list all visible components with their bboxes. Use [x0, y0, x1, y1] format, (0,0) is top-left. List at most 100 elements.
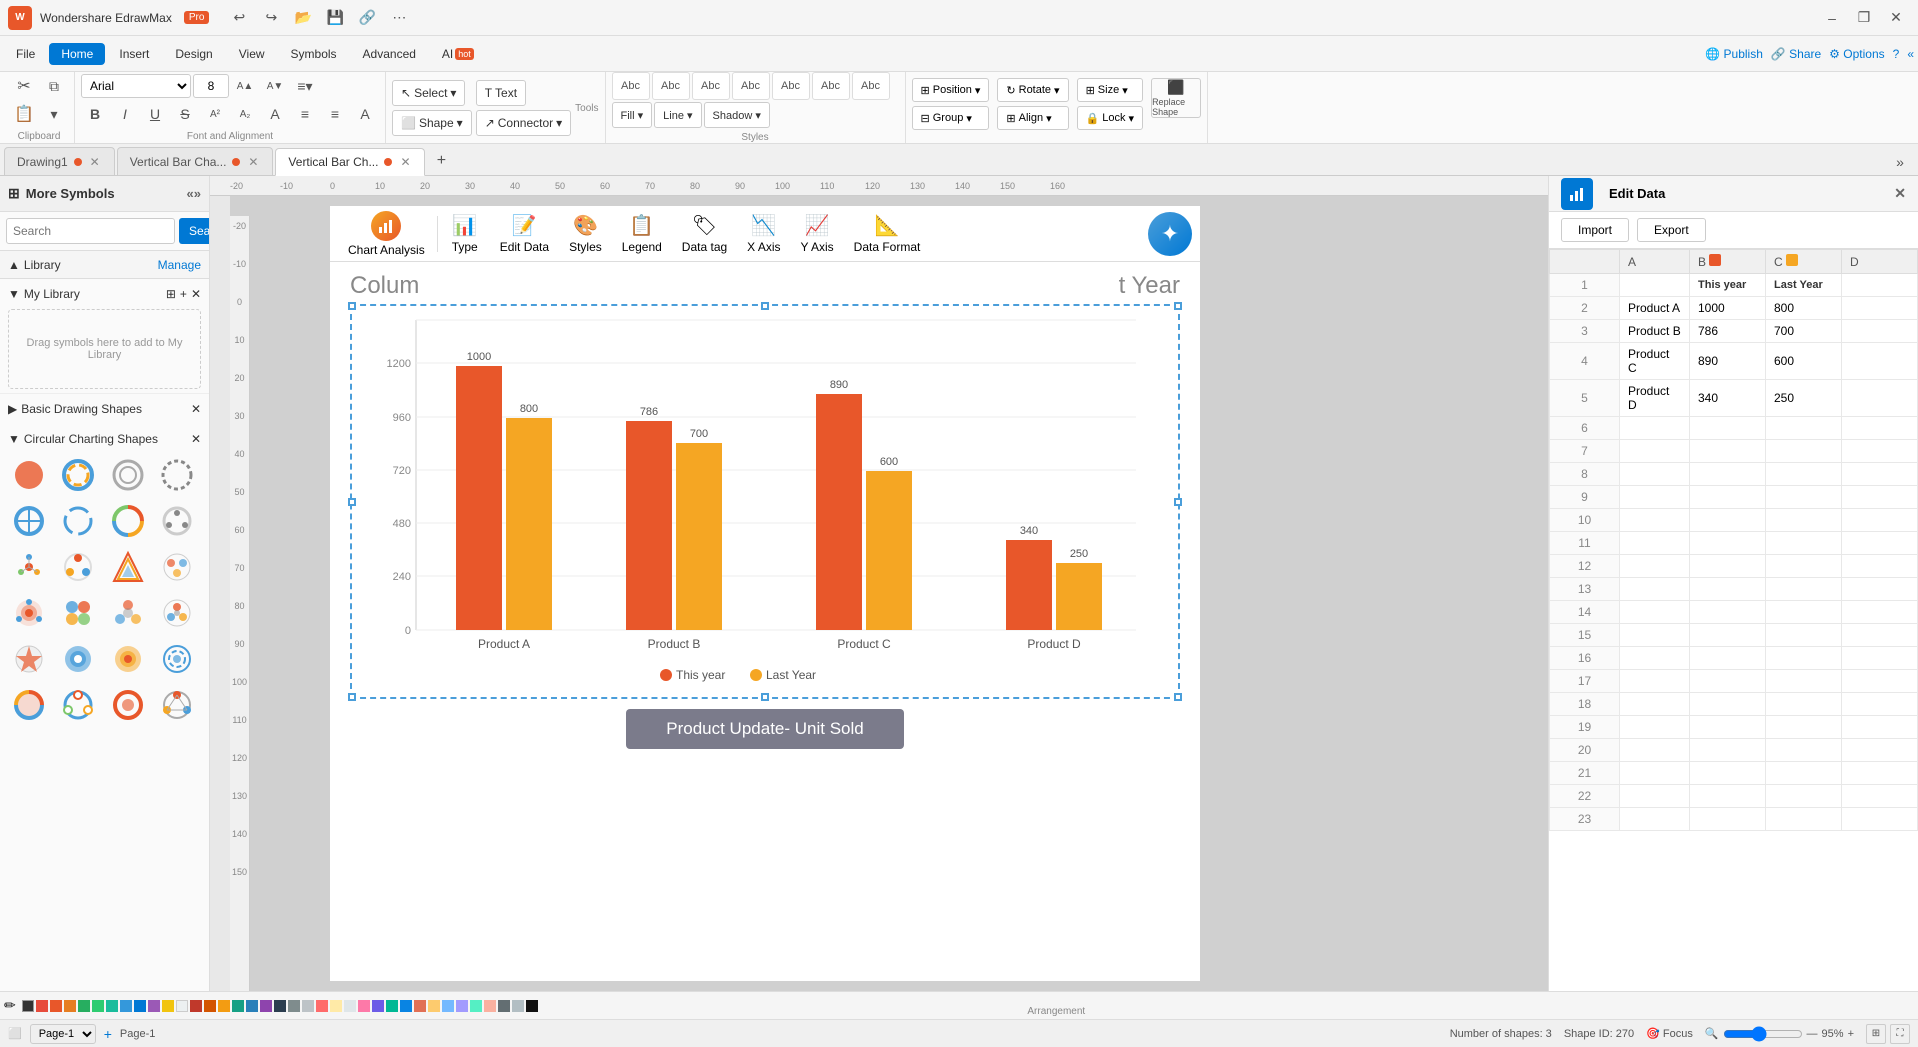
menu-home[interactable]: Home [49, 43, 105, 65]
connector-btn[interactable]: ↗ Connector ▾ [476, 110, 571, 136]
cell-20-b[interactable] [1690, 739, 1766, 762]
search-button[interactable]: Search [179, 218, 210, 244]
cell-13-c[interactable] [1766, 578, 1842, 601]
shape-item-13[interactable] [8, 592, 50, 634]
cell-4-d[interactable] [1842, 343, 1918, 380]
line-btn[interactable]: Line ▾ [654, 102, 701, 128]
menu-symbols[interactable]: Symbols [279, 43, 349, 65]
close-btn[interactable]: ✕ [1882, 4, 1910, 32]
export-btn[interactable]: Export [1637, 218, 1706, 242]
cell-7-b[interactable] [1690, 440, 1766, 463]
cell-11-b[interactable] [1690, 532, 1766, 555]
shape-item-12[interactable] [156, 546, 198, 588]
cell-7-a[interactable] [1620, 440, 1690, 463]
cell-12-b[interactable] [1690, 555, 1766, 578]
cell-12-a[interactable] [1620, 555, 1690, 578]
restore-btn[interactable]: ❐ [1850, 4, 1878, 32]
shape-item-14[interactable] [57, 592, 99, 634]
cell-13-d[interactable] [1842, 578, 1918, 601]
edit-data-btn[interactable]: 📝 Edit Data [490, 209, 559, 258]
cell-1-a[interactable] [1620, 274, 1690, 297]
add-page-btn[interactable]: + [104, 1026, 112, 1042]
cell-11-c[interactable] [1766, 532, 1842, 555]
style-swatch-1[interactable]: Abc [612, 72, 650, 100]
fill-btn[interactable]: Fill ▾ [612, 102, 653, 128]
cell-11-d[interactable] [1842, 532, 1918, 555]
tab-drawing1-close[interactable]: ✕ [88, 155, 102, 169]
text-align-btn[interactable]: ≡▾ [291, 73, 319, 99]
cell-20-d[interactable] [1842, 739, 1918, 762]
cell-5-a[interactable]: Product D [1620, 380, 1690, 417]
cell-8-a[interactable] [1620, 463, 1690, 486]
cell-12-d[interactable] [1842, 555, 1918, 578]
cell-17-c[interactable] [1766, 670, 1842, 693]
cell-19-a[interactable] [1620, 716, 1690, 739]
data-format-btn[interactable]: 📐 Data Format [844, 209, 931, 258]
select-btn[interactable]: ↖ Select ▾ [392, 80, 465, 106]
col-header-a[interactable]: A [1620, 250, 1690, 274]
redo-btn[interactable]: ↪ [257, 5, 285, 31]
strikethrough-btn[interactable]: S [171, 101, 199, 127]
group-btn[interactable]: ⊟ Group ▾ [912, 106, 990, 130]
cell-8-c[interactable] [1766, 463, 1842, 486]
cell-22-d[interactable] [1842, 785, 1918, 808]
minimize-btn[interactable]: – [1818, 4, 1846, 32]
chart-type-btn[interactable]: 📊 Type [440, 209, 490, 258]
rotate-btn[interactable]: ↻ Rotate ▾ [997, 78, 1068, 102]
color-swatch-green1[interactable] [78, 1000, 90, 1012]
handle-top-right[interactable] [1174, 302, 1182, 310]
cell-19-b[interactable] [1690, 716, 1766, 739]
shape-item-21[interactable] [8, 684, 50, 726]
cell-21-b[interactable] [1690, 762, 1766, 785]
shadow-btn[interactable]: Shadow ▾ [704, 102, 770, 128]
my-library-header[interactable]: ▼ My Library ⊞ + ✕ [8, 283, 201, 305]
shape-item-4[interactable] [156, 454, 198, 496]
color-swatch-orange[interactable] [64, 1000, 76, 1012]
copy-btn[interactable]: ⧉ [40, 73, 68, 99]
bold-btn[interactable]: B [81, 101, 109, 127]
zoom-slider[interactable] [1723, 1026, 1803, 1042]
shape-item-16[interactable] [156, 592, 198, 634]
shape-item-10[interactable] [57, 546, 99, 588]
cell-1-b[interactable]: This year [1690, 274, 1766, 297]
style-swatch-7[interactable]: Abc [852, 72, 890, 100]
color-swatch-black[interactable] [22, 1000, 34, 1012]
increase-font-btn[interactable]: A▲ [231, 73, 259, 99]
tab-vertical-bar-2-close[interactable]: ✕ [398, 155, 412, 169]
handle-middle-right[interactable] [1174, 498, 1182, 506]
view-toggle-btn[interactable]: ⬜ [8, 1027, 22, 1040]
style-swatch-2[interactable]: Abc [652, 72, 690, 100]
open-btn[interactable]: 📂 [289, 5, 317, 31]
cell-10-c[interactable] [1766, 509, 1842, 532]
shape-item-24[interactable] [156, 684, 198, 726]
collapse-btn[interactable]: « [1907, 47, 1914, 61]
share-save-btn[interactable]: 🔗 [353, 5, 381, 31]
handle-bottom-left[interactable] [348, 693, 356, 701]
tab-vertical-bar-2[interactable]: Vertical Bar Ch... ✕ [275, 148, 425, 176]
color-swatch-red1[interactable] [36, 1000, 48, 1012]
cell-3-b[interactable]: 786 [1690, 320, 1766, 343]
data-tag-btn[interactable]: 🏷 Data tag [672, 209, 737, 258]
cell-3-d[interactable] [1842, 320, 1918, 343]
cell-23-b[interactable] [1690, 808, 1766, 831]
cell-4-c[interactable]: 600 [1766, 343, 1842, 380]
cell-23-d[interactable] [1842, 808, 1918, 831]
cell-21-d[interactable] [1842, 762, 1918, 785]
paste-dropdown-btn[interactable]: ▾ [40, 101, 68, 127]
cell-10-a[interactable] [1620, 509, 1690, 532]
cell-18-d[interactable] [1842, 693, 1918, 716]
cell-4-a[interactable]: Product C [1620, 343, 1690, 380]
cell-22-b[interactable] [1690, 785, 1766, 808]
menu-ai[interactable]: AIhot [430, 43, 486, 65]
tab-vertical-bar-1-close[interactable]: ✕ [246, 155, 260, 169]
shape-item-19[interactable] [107, 638, 149, 680]
shape-item-20[interactable] [156, 638, 198, 680]
fit-view-btn[interactable]: ⊞ [1866, 1024, 1886, 1044]
cell-21-c[interactable] [1766, 762, 1842, 785]
cell-5-b[interactable]: 340 [1690, 380, 1766, 417]
shape-item-23[interactable] [107, 684, 149, 726]
cell-9-b[interactable] [1690, 486, 1766, 509]
cell-15-b[interactable] [1690, 624, 1766, 647]
menu-design[interactable]: Design [163, 43, 224, 65]
paste-btn[interactable]: 📋 [10, 101, 38, 127]
